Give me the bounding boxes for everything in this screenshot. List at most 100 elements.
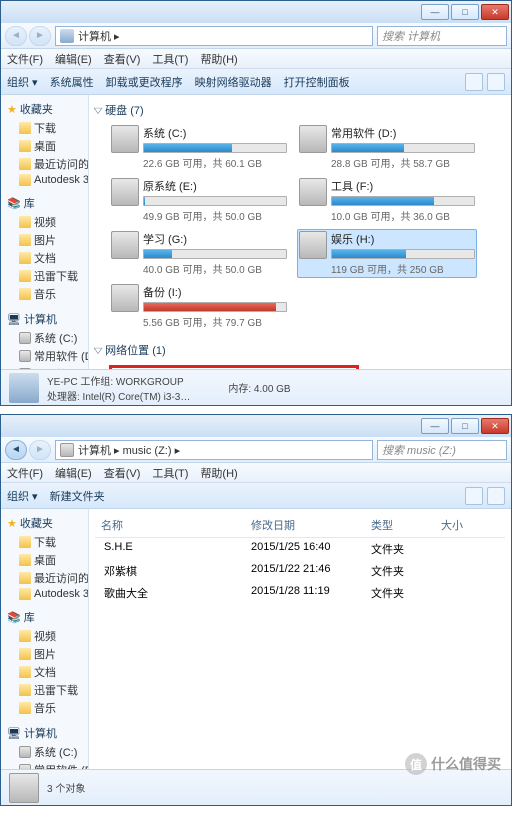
drive-free: 40.0 GB 可用，共 50.0 GB (143, 261, 287, 276)
sidebar-item-autodesk[interactable]: Autodesk 360 (1, 587, 88, 601)
view-options-icon[interactable] (465, 73, 483, 91)
sidebar-item-pictures[interactable]: 图片 (1, 231, 88, 249)
drive-icon (299, 125, 327, 153)
back-button[interactable]: ◄ (5, 440, 27, 460)
close-button[interactable]: ✕ (481, 4, 509, 20)
file-row[interactable]: 邓紫棋 2015/1/22 21:46文件夹 (95, 560, 505, 582)
drive-icon (111, 231, 139, 259)
titlebar[interactable]: — □ ✕ (1, 1, 511, 23)
sidebar: ★收藏夹 下载 桌面 最近访问的位置 Autodesk 360 📚 库 视频 图… (1, 509, 89, 769)
sidebar-item-recent[interactable]: 最近访问的位置 (1, 155, 88, 173)
menu-edit[interactable]: 编辑(E) (55, 465, 92, 481)
status-memory: 内存: 4.00 GB (228, 380, 290, 395)
close-button[interactable]: ✕ (481, 418, 509, 434)
sidebar-libraries[interactable]: 📚 库 (1, 193, 88, 213)
titlebar[interactable]: — □ ✕ (1, 415, 511, 437)
drive-icon (111, 284, 139, 312)
column-headers[interactable]: 名称 修改日期 类型 大小 (95, 513, 505, 538)
col-type[interactable]: 类型 (365, 515, 435, 535)
menu-file[interactable]: 文件(F) (7, 465, 43, 481)
drive-item[interactable]: 常用软件 (D:) 28.8 GB 可用，共 58.7 GB (297, 123, 477, 172)
menu-tools[interactable]: 工具(T) (152, 51, 188, 67)
sidebar-item-pictures[interactable]: 图片 (1, 645, 88, 663)
sidebar-item-recent[interactable]: 最近访问的位置 (1, 569, 88, 587)
toolbar-sysprops[interactable]: 系统属性 (50, 74, 94, 90)
content-pane: 硬盘 (7) 系统 (C:) 22.6 GB 可用，共 60.1 GB 常用软件… (89, 95, 511, 369)
sidebar-item-e[interactable]: 原系统 (E:) (1, 365, 88, 369)
forward-button[interactable]: ► (29, 26, 51, 46)
sidebar-favorites[interactable]: ★收藏夹 (1, 99, 88, 119)
sidebar-item-c[interactable]: 系统 (C:) (1, 743, 88, 761)
sidebar-item-downloads[interactable]: 下载 (1, 533, 88, 551)
address-bar[interactable]: 计算机 ▸ (55, 26, 373, 46)
col-date[interactable]: 修改日期 (245, 515, 365, 535)
help-icon[interactable] (487, 73, 505, 91)
menubar: 文件(F) 编辑(E) 查看(V) 工具(T) 帮助(H) (1, 49, 511, 69)
maximize-button[interactable]: □ (451, 418, 479, 434)
file-row[interactable]: 歌曲大全 2015/1/28 11:19文件夹 (95, 582, 505, 604)
navbar: ◄ ► 计算机 ▸ music (Z:) ▸ 搜索 music (Z:) (1, 437, 511, 463)
drive-item[interactable]: 学习 (G:) 40.0 GB 可用，共 50.0 GB (109, 229, 289, 278)
maximize-button[interactable]: □ (451, 4, 479, 20)
breadcrumb-text: 计算机 ▸ music (Z:) ▸ (78, 442, 180, 458)
toolbar-newfolder[interactable]: 新建文件夹 (50, 488, 105, 504)
menu-help[interactable]: 帮助(H) (200, 51, 237, 67)
address-bar[interactable]: 计算机 ▸ music (Z:) ▸ (55, 440, 373, 460)
back-button[interactable]: ◄ (5, 26, 27, 46)
col-name[interactable]: 名称 (95, 515, 245, 535)
toolbar-organize[interactable]: 组织 ▾ (7, 488, 38, 504)
sidebar-item-c[interactable]: 系统 (C:) (1, 329, 88, 347)
drive-name: 工具 (F:) (331, 178, 475, 194)
minimize-button[interactable]: — (421, 4, 449, 20)
sidebar-item-music[interactable]: 音乐 (1, 285, 88, 303)
drive-item[interactable]: 原系统 (E:) 49.9 GB 可用，共 50.0 GB (109, 176, 289, 225)
sidebar-item-desktop[interactable]: 桌面 (1, 137, 88, 155)
sidebar-favorites[interactable]: ★收藏夹 (1, 513, 88, 533)
sidebar-item-d[interactable]: 常用软件 (D:) (1, 761, 88, 769)
drive-icon (111, 125, 139, 153)
menu-file[interactable]: 文件(F) (7, 51, 43, 67)
menu-help[interactable]: 帮助(H) (200, 465, 237, 481)
toolbar-mapdrive[interactable]: 映射网络驱动器 (195, 74, 272, 90)
status-count: 3 个对象 (47, 780, 85, 795)
sidebar-item-documents[interactable]: 文档 (1, 249, 88, 267)
forward-button[interactable]: ► (29, 440, 51, 460)
sidebar-item-downloads[interactable]: 下载 (1, 119, 88, 137)
search-box[interactable]: 搜索 music (Z:) (377, 440, 507, 460)
menu-view[interactable]: 查看(V) (104, 51, 141, 67)
view-options-icon[interactable] (465, 487, 483, 505)
sidebar-item-music[interactable]: 音乐 (1, 699, 88, 717)
drive-free: 28.8 GB 可用，共 58.7 GB (331, 155, 475, 170)
drive-item[interactable]: 娱乐 (H:) 119 GB 可用，共 250 GB (297, 229, 477, 278)
sidebar-item-video[interactable]: 视频 (1, 627, 88, 645)
help-icon[interactable] (487, 487, 505, 505)
drive-name: 系统 (C:) (143, 125, 287, 141)
menu-view[interactable]: 查看(V) (104, 465, 141, 481)
drive-item[interactable]: 工具 (F:) 10.0 GB 可用，共 36.0 GB (297, 176, 477, 225)
sidebar-item-desktop[interactable]: 桌面 (1, 551, 88, 569)
file-row[interactable]: S.H.E 2015/1/25 16:40文件夹 (95, 538, 505, 560)
sidebar: ★收藏夹 下载 桌面 最近访问的位置 Autodesk 360 📚 库 视频 图… (1, 95, 89, 369)
sidebar-item-xunlei[interactable]: 迅雷下载 (1, 267, 88, 285)
section-harddisks[interactable]: 硬盘 (7) (95, 99, 505, 121)
drive-name: 学习 (G:) (143, 231, 287, 247)
drive-item[interactable]: 系统 (C:) 22.6 GB 可用，共 60.1 GB (109, 123, 289, 172)
sidebar-computer[interactable]: 🖥 计算机 (1, 309, 88, 329)
drive-item[interactable]: 备份 (I:) 5.56 GB 可用，共 79.7 GB (109, 282, 289, 331)
search-box[interactable]: 搜索 计算机 (377, 26, 507, 46)
sidebar-item-xunlei[interactable]: 迅雷下载 (1, 681, 88, 699)
col-size[interactable]: 大小 (435, 515, 495, 535)
sidebar-computer[interactable]: 🖥 计算机 (1, 723, 88, 743)
sidebar-item-video[interactable]: 视频 (1, 213, 88, 231)
sidebar-item-documents[interactable]: 文档 (1, 663, 88, 681)
toolbar-uninstall[interactable]: 卸载或更改程序 (106, 74, 183, 90)
menu-edit[interactable]: 编辑(E) (55, 51, 92, 67)
section-network[interactable]: 网络位置 (1) (95, 339, 505, 361)
sidebar-item-d[interactable]: 常用软件 (D:) (1, 347, 88, 365)
sidebar-item-autodesk[interactable]: Autodesk 360 (1, 173, 88, 187)
toolbar-organize[interactable]: 组织 ▾ (7, 74, 38, 90)
toolbar-controlpanel[interactable]: 打开控制面板 (284, 74, 350, 90)
menu-tools[interactable]: 工具(T) (152, 465, 188, 481)
minimize-button[interactable]: — (421, 418, 449, 434)
sidebar-libraries[interactable]: 📚 库 (1, 607, 88, 627)
